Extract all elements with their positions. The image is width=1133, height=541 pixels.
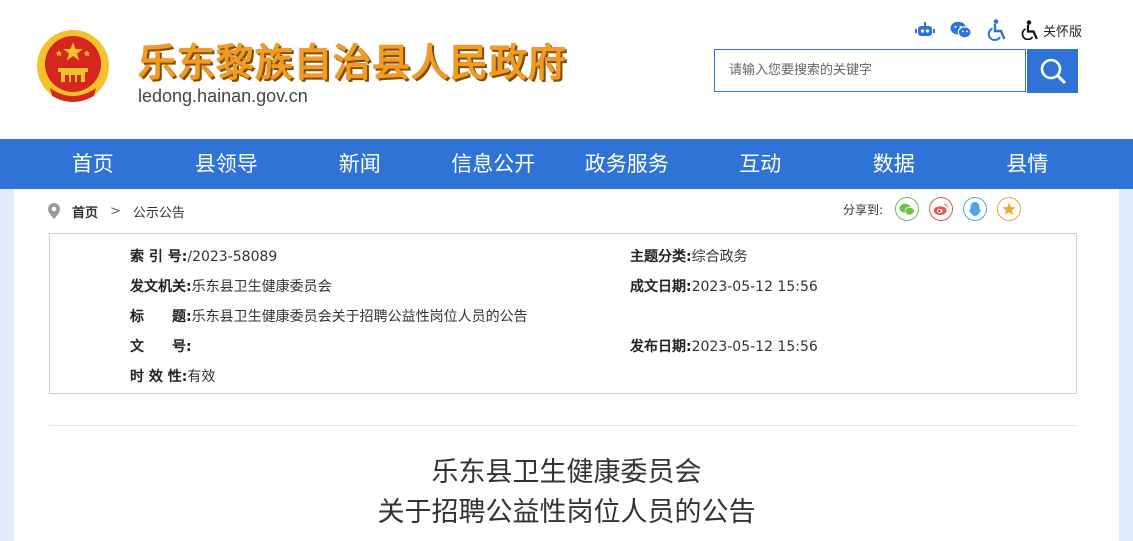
site-title: 乐东黎族自治县人民政府 — [138, 40, 568, 85]
nav-info-disclosure[interactable]: 信息公开 — [427, 139, 561, 189]
info-published-label: 发布日期: — [630, 339, 692, 355]
share-favorite-button[interactable] — [997, 197, 1022, 221]
share-bar: 分享到: — [843, 197, 1022, 221]
share-wechat-button[interactable] — [895, 197, 920, 221]
info-validity-value: 有效 — [187, 369, 216, 385]
national-emblem-icon — [34, 28, 112, 106]
breadcrumb-separator: > — [110, 203, 121, 219]
nav-county-overview[interactable]: 县情 — [961, 139, 1095, 189]
breadcrumb-home[interactable]: 首页 — [72, 202, 98, 221]
toolbar-care: 关怀版 — [1019, 18, 1082, 42]
qq-icon — [969, 201, 981, 216]
info-topic-row: 主题分类:综合政务 — [630, 246, 748, 266]
info-issuer-value: 乐东县卫生健康委员会 — [191, 279, 332, 295]
info-topic-label: 主题分类: — [630, 249, 692, 265]
care-mode-label[interactable]: 关怀版 — [1043, 21, 1082, 40]
site-domain: ledong.hainan.gov.cn — [138, 86, 308, 106]
info-published-value: 2023-05-12 15:56 — [691, 339, 818, 355]
toolbar — [914, 18, 936, 42]
share-qq-button[interactable] — [963, 197, 988, 221]
toolbar-accessibility — [986, 18, 1008, 42]
info-validity-row: 时 效 性:有效 — [130, 366, 215, 386]
breadcrumb-current[interactable]: 公示公告 — [133, 202, 185, 221]
robot-assistant-icon[interactable] — [914, 19, 936, 41]
share-label: 分享到: — [843, 202, 884, 217]
star-icon — [1002, 202, 1016, 215]
nav-interaction[interactable]: 互动 — [694, 139, 828, 189]
info-topic-value: 综合政务 — [691, 249, 748, 265]
wechat-icon[interactable] — [950, 19, 972, 41]
nav-home[interactable]: 首页 — [26, 139, 160, 189]
breadcrumb: 首页 > 公示公告 — [48, 201, 185, 221]
info-docno-row: 文 号: — [130, 336, 192, 356]
info-validity-label: 时 效 性: — [130, 369, 188, 385]
article-title-line2: 关于招聘公益性岗位人员的公告 — [377, 497, 756, 528]
nav-data[interactable]: 数据 — [827, 139, 961, 189]
info-title-label: 标 题: — [130, 309, 192, 325]
info-index-value: /2023-58089 — [187, 249, 278, 265]
info-title-value: 乐东县卫生健康委员会关于招聘公益性岗位人员的公告 — [191, 309, 528, 325]
accessibility-icon[interactable] — [986, 19, 1008, 41]
search-box — [714, 49, 1026, 92]
main-nav: 首页 县领导 新闻 信息公开 政务服务 互动 数据 县情 — [0, 139, 1133, 189]
info-index-label: 索 引 号: — [130, 249, 188, 265]
info-issuer-label: 发文机关: — [130, 279, 192, 295]
search-input[interactable] — [715, 50, 1025, 91]
info-issuer-row: 发文机关:乐东县卫生健康委员会 — [130, 276, 332, 296]
toolbar-wechat — [950, 18, 972, 42]
article-title-line1: 乐东县卫生健康委员会 — [431, 457, 702, 488]
weibo-icon — [933, 203, 949, 215]
search-button[interactable] — [1027, 49, 1078, 93]
info-created-value: 2023-05-12 15:56 — [691, 279, 818, 295]
location-pin-icon — [48, 203, 60, 219]
care-mode-icon[interactable] — [1019, 19, 1041, 41]
wechat-icon — [899, 203, 915, 215]
info-created-row: 成文日期:2023-05-12 15:56 — [630, 276, 818, 296]
info-created-label: 成文日期: — [630, 279, 692, 295]
info-title-row: 标 题:乐东县卫生健康委员会关于招聘公益性岗位人员的公告 — [130, 306, 528, 326]
nav-gov-services[interactable]: 政务服务 — [560, 139, 694, 189]
nav-county-leaders[interactable]: 县领导 — [160, 139, 294, 189]
info-published-row: 发布日期:2023-05-12 15:56 — [630, 336, 818, 356]
info-docno-label: 文 号: — [130, 339, 192, 355]
nav-news[interactable]: 新闻 — [293, 139, 427, 189]
document-info-panel: 索 引 号:/2023-58089 主题分类:综合政务 发文机关:乐东县卫生健康… — [49, 233, 1077, 394]
info-index-row: 索 引 号:/2023-58089 — [130, 246, 277, 266]
content-divider — [49, 425, 1077, 426]
share-weibo-button[interactable] — [929, 197, 954, 221]
search-icon — [1040, 58, 1065, 84]
